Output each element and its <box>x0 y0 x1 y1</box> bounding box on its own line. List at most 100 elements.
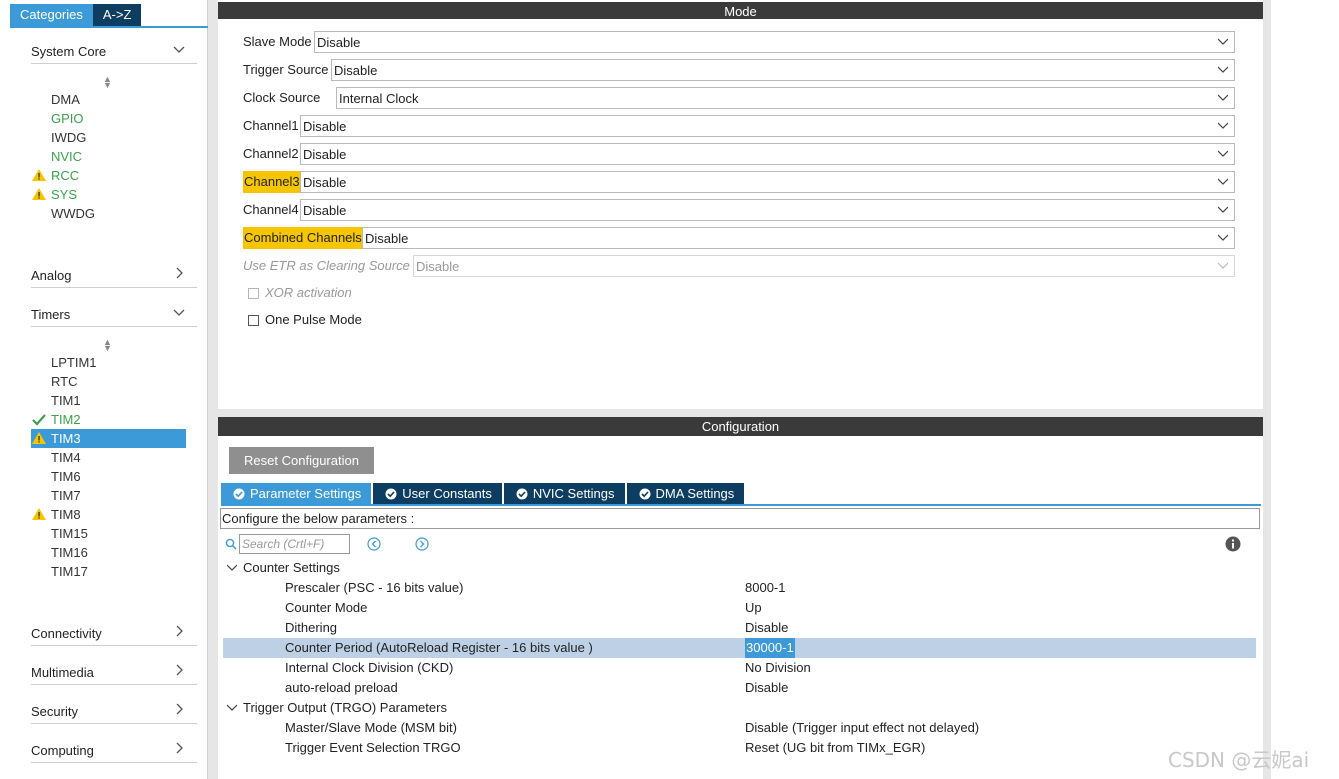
item-label: TIM7 <box>51 488 81 503</box>
item-label: TIM1 <box>51 393 81 408</box>
check-circle-icon <box>639 488 651 499</box>
list-item-wwdg[interactable]: WWDG <box>31 204 186 223</box>
param-value[interactable]: Disable <box>745 678 788 698</box>
param-row-counter-mode[interactable]: Counter Mode Up <box>223 598 1256 618</box>
list-item-iwdg[interactable]: IWDG <box>31 128 186 147</box>
tab-nvic-settings[interactable]: NVIC Settings <box>503 483 625 504</box>
category-connectivity[interactable]: Connectivity <box>31 622 197 646</box>
list-item-rcc[interactable]: RCC <box>31 166 186 185</box>
tab-dma-settings[interactable]: DMA Settings <box>626 483 745 504</box>
list-item-tim1[interactable]: TIM1 <box>31 391 186 410</box>
channel2-row: Channel2 Disable <box>243 143 1235 165</box>
list-item-gpio[interactable]: GPIO <box>31 109 186 128</box>
chevron-right-icon <box>176 703 183 715</box>
param-row-msm[interactable]: Master/Slave Mode (MSM bit) Disable (Tri… <box>223 718 1256 738</box>
splitter[interactable] <box>208 0 218 779</box>
list-item-tim2[interactable]: TIM2 <box>31 410 186 429</box>
list-item-rtc[interactable]: RTC <box>31 372 186 391</box>
list-item-sys[interactable]: SYS <box>31 185 186 204</box>
chevron-down-icon <box>1218 66 1228 73</box>
chevron-down-icon <box>1218 122 1228 129</box>
item-label: TIM6 <box>51 469 81 484</box>
list-item-tim17[interactable]: TIM17 <box>31 562 186 581</box>
list-item-tim8[interactable]: TIM8 <box>31 505 186 524</box>
item-label: TIM8 <box>51 507 81 522</box>
chevron-down-icon <box>1218 234 1228 241</box>
reset-configuration-button[interactable]: Reset Configuration <box>229 447 374 474</box>
channel1-select[interactable]: Disable <box>300 115 1235 137</box>
slave-mode-select[interactable]: Disable <box>314 31 1235 53</box>
category-analog[interactable]: Analog <box>31 264 197 288</box>
configure-text: Configure the below parameters : <box>220 508 1260 529</box>
list-item-tim15[interactable]: TIM15 <box>31 524 186 543</box>
item-label: TIM4 <box>51 450 81 465</box>
category-label: Connectivity <box>31 626 102 641</box>
next-icon[interactable] <box>415 537 429 551</box>
param-value[interactable]: Disable (Trigger input effect not delaye… <box>745 718 979 738</box>
param-value-input[interactable]: 30000-1 <box>745 638 795 658</box>
param-row-trgo-selection[interactable]: Trigger Event Selection TRGO Reset (UG b… <box>223 738 1256 758</box>
clock-source-select[interactable]: Internal Clock <box>336 87 1235 109</box>
list-item-tim6[interactable]: TIM6 <box>31 467 186 486</box>
param-row-auto-reload-preload[interactable]: auto-reload preload Disable <box>223 678 1256 698</box>
one-pulse-mode-label: One Pulse Mode <box>265 312 362 327</box>
category-security[interactable]: Security <box>31 700 197 724</box>
info-icon[interactable] <box>1225 536 1241 552</box>
param-row-counter-period[interactable]: Counter Period (AutoReload Register - 16… <box>223 638 1256 658</box>
channel2-label: Channel2 <box>243 146 299 161</box>
checkbox-box <box>248 288 259 299</box>
warning-icon <box>32 432 46 444</box>
check-circle-icon <box>516 488 528 499</box>
param-value[interactable]: Disable <box>745 618 788 638</box>
category-label: System Core <box>31 44 107 59</box>
channel3-select[interactable]: Disable <box>300 171 1235 193</box>
list-item-lptim1[interactable]: LPTIM1 <box>31 353 186 372</box>
checkbox-box[interactable] <box>248 315 259 326</box>
sort-icon[interactable]: ▲ ▼ <box>103 338 112 353</box>
tab-parameter-settings[interactable]: Parameter Settings <box>221 483 372 504</box>
list-item-tim16[interactable]: TIM16 <box>31 543 186 562</box>
chevron-right-icon <box>176 267 183 279</box>
tabs-underline <box>10 26 208 28</box>
combined-channels-select[interactable]: Disable <box>362 227 1235 249</box>
category-label: Security <box>31 704 78 719</box>
channel4-select[interactable]: Disable <box>300 199 1235 221</box>
previous-icon[interactable] <box>367 537 381 551</box>
channel3-label: Channel3 <box>243 171 301 193</box>
trigger-source-select[interactable]: Disable <box>331 59 1235 81</box>
param-value[interactable]: No Division <box>745 658 811 678</box>
category-computing[interactable]: Computing <box>31 739 197 763</box>
category-multimedia[interactable]: Multimedia <box>31 661 197 685</box>
chevron-right-icon <box>176 625 183 637</box>
channel2-select[interactable]: Disable <box>300 143 1235 165</box>
panel-divider[interactable] <box>218 409 1263 417</box>
sort-icon[interactable]: ▲ ▼ <box>103 75 112 90</box>
category-timers[interactable]: Timers <box>31 303 197 327</box>
category-system-core[interactable]: System Core <box>31 40 197 64</box>
param-row-clock-division[interactable]: Internal Clock Division (CKD) No Divisio… <box>223 658 1256 678</box>
tab-a-z[interactable]: A->Z <box>92 4 142 26</box>
search-input[interactable]: Search (Crtl+F) <box>239 534 350 554</box>
item-label: TIM16 <box>51 545 88 560</box>
param-row-dithering[interactable]: Dithering Disable <box>223 618 1256 638</box>
list-item-dma[interactable]: DMA <box>31 90 186 109</box>
param-row-prescaler[interactable]: Prescaler (PSC - 16 bits value) 8000-1 <box>223 578 1256 598</box>
tab-categories[interactable]: Categories <box>10 4 93 26</box>
tab-user-constants[interactable]: User Constants <box>373 483 502 504</box>
group-trgo-parameters[interactable]: Trigger Output (TRGO) Parameters <box>223 698 1256 718</box>
item-label: TIM15 <box>51 526 88 541</box>
item-label: RTC <box>51 374 78 389</box>
group-counter-settings[interactable]: Counter Settings <box>223 558 1256 578</box>
list-item-tim3[interactable]: TIM3 <box>31 429 186 448</box>
item-label: LPTIM1 <box>51 355 97 370</box>
list-item-nvic[interactable]: NVIC <box>31 147 186 166</box>
list-item-tim7[interactable]: TIM7 <box>31 486 186 505</box>
select-value: Disable <box>365 231 409 246</box>
right-scrollbar[interactable] <box>1263 0 1271 779</box>
param-value[interactable]: Up <box>745 598 762 618</box>
list-item-tim4[interactable]: TIM4 <box>31 448 186 467</box>
param-value[interactable]: 8000-1 <box>745 578 785 598</box>
param-value[interactable]: Reset (UG bit from TIMx_EGR) <box>745 738 925 758</box>
chevron-down-icon <box>1218 38 1228 45</box>
param-name: Dithering <box>285 620 338 635</box>
